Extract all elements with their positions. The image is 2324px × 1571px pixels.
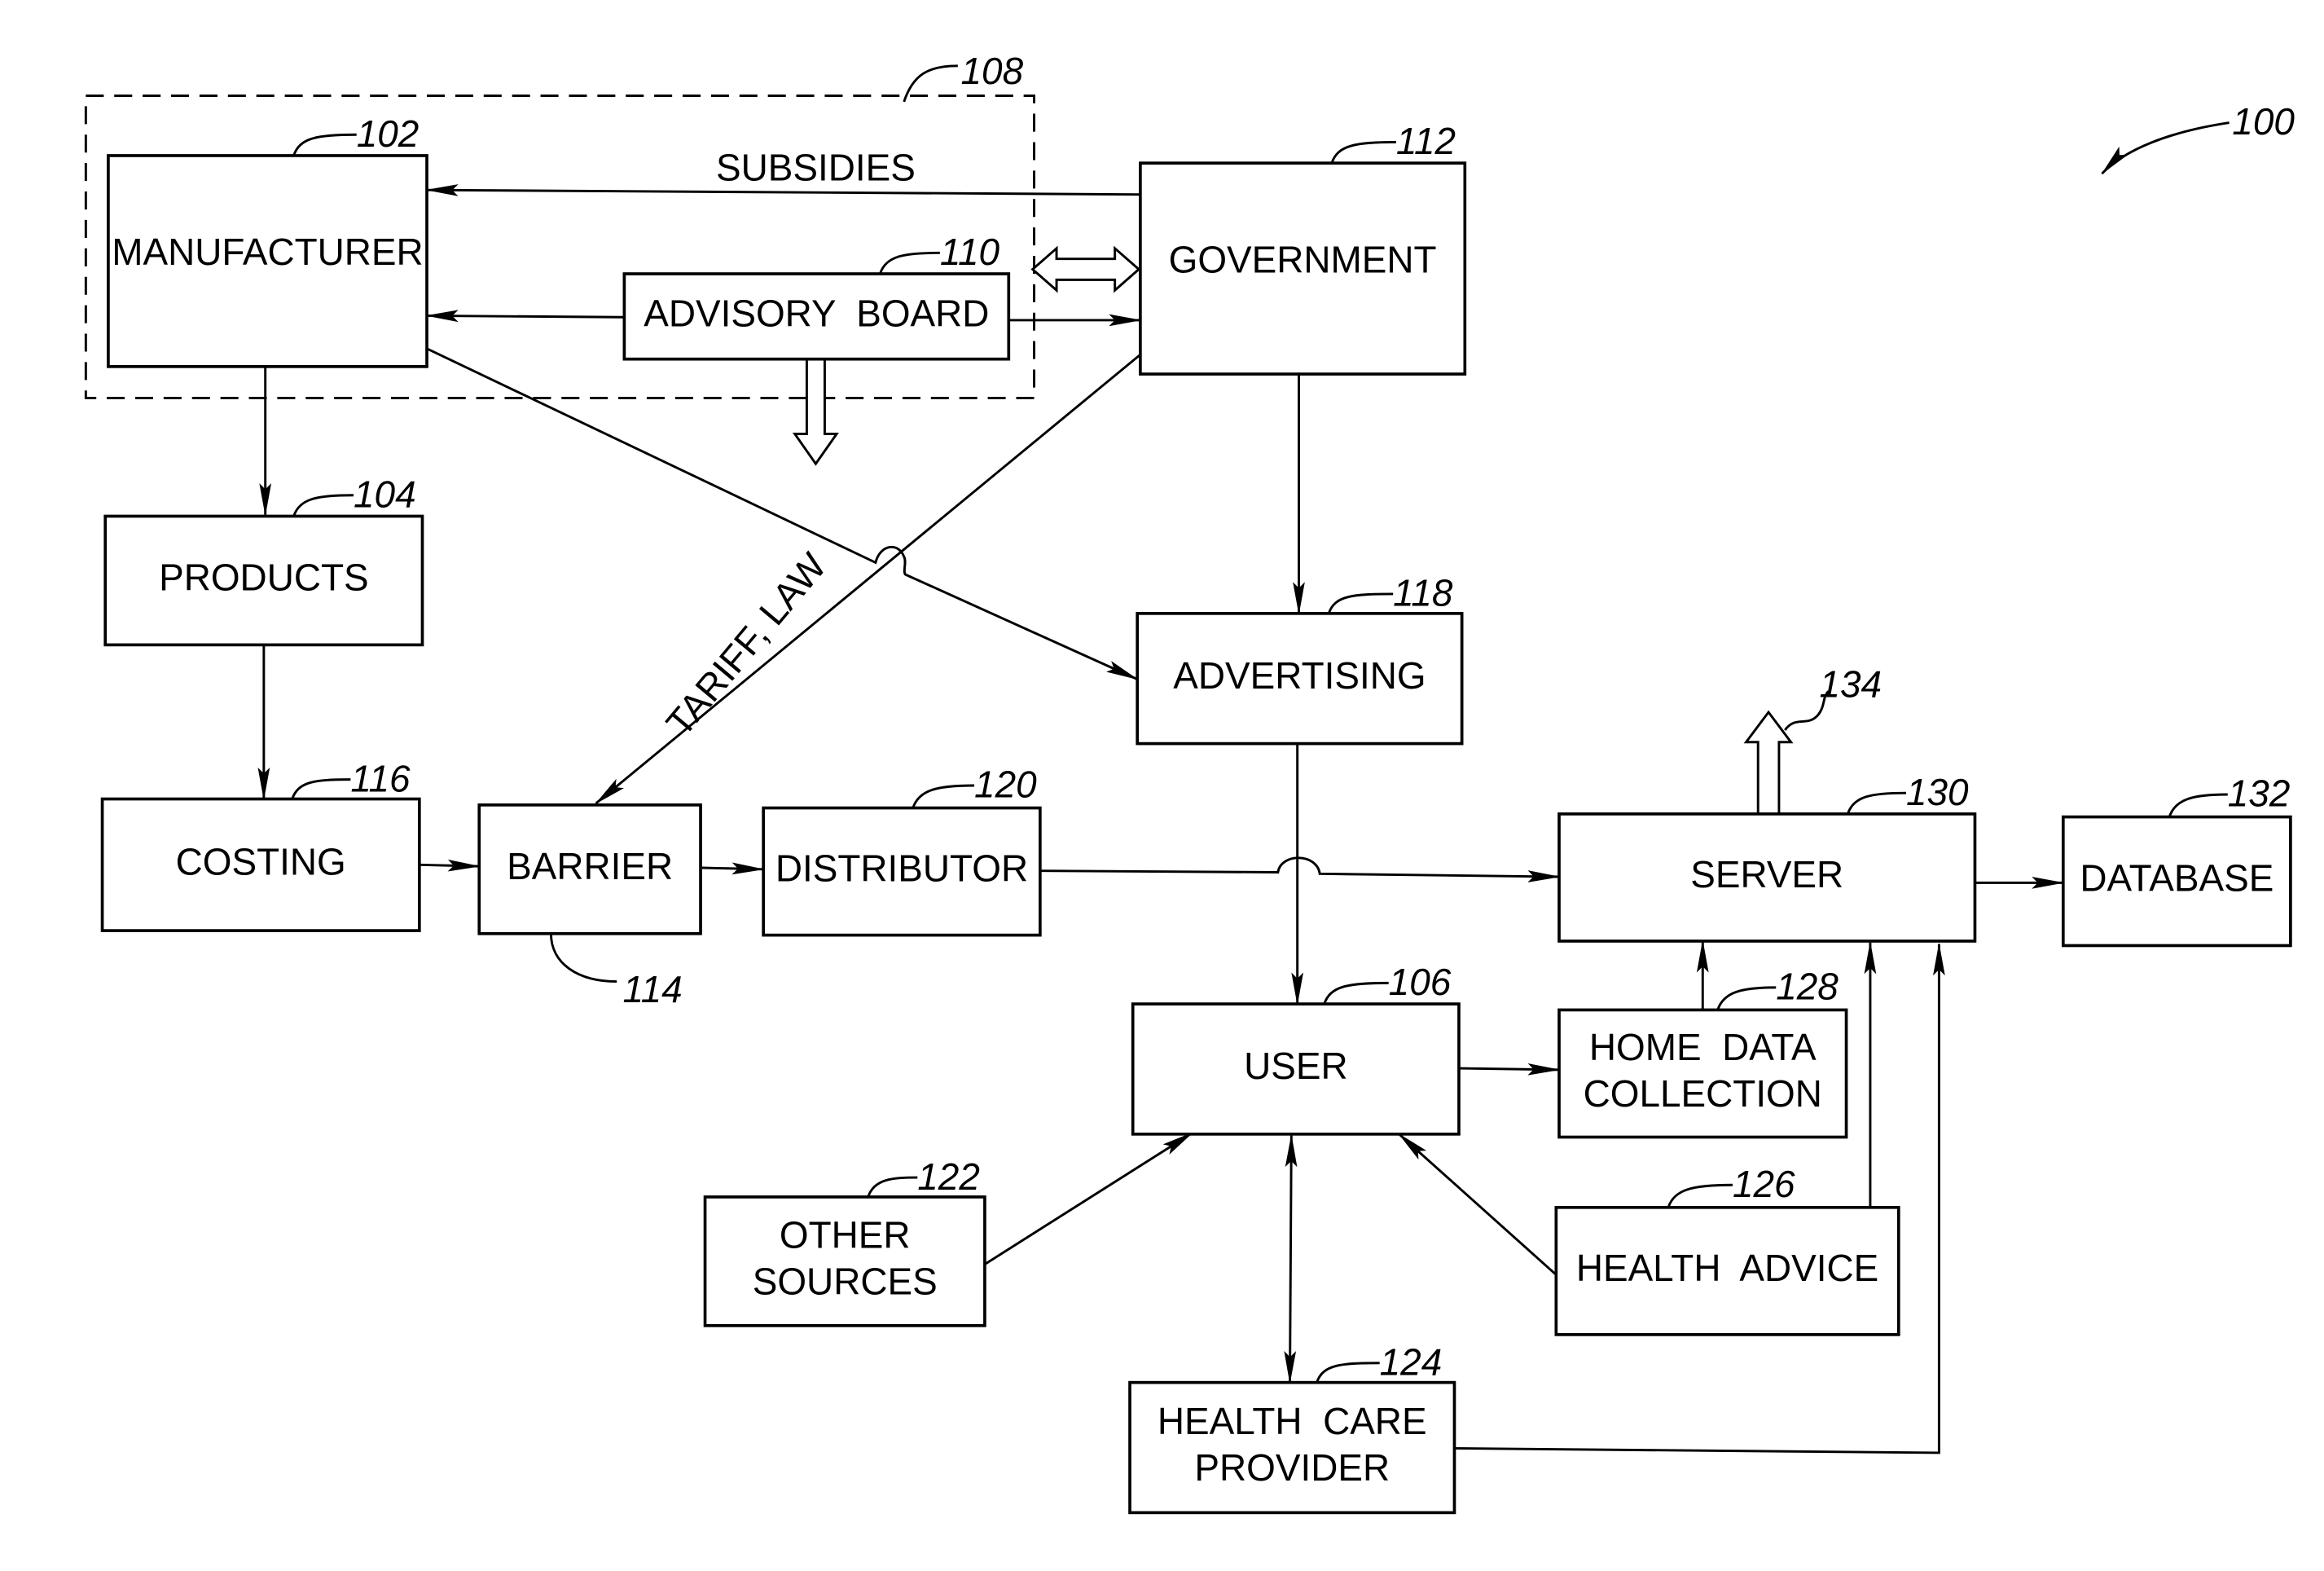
ref-label-108: 108: [961, 50, 1024, 92]
edge-user-healthcare: [1284, 1133, 1298, 1384]
leader-130: [1847, 791, 1907, 815]
node-distributor: DISTRIBUTOR 120: [762, 763, 1042, 937]
node-products: PRODUCTS 104: [103, 473, 424, 647]
node-advisory-board: ADVISORY BOARD 110: [622, 231, 1011, 361]
ref-label-134: 134: [1820, 663, 1882, 706]
edge-user-homedata: [1458, 1063, 1561, 1076]
leader-128: [1716, 986, 1777, 1010]
node-barrier: BARRIER 114: [477, 803, 702, 1010]
edge-barrier-distributor: [701, 862, 765, 875]
ref-label-122: 122: [917, 1155, 980, 1198]
leader-126: [1667, 1183, 1733, 1208]
leader-122: [867, 1176, 918, 1198]
products-label: PRODUCTS: [159, 557, 369, 599]
ref-label-106: 106: [1389, 961, 1452, 1003]
ref-label-126: 126: [1733, 1163, 1795, 1205]
leader-124: [1316, 1362, 1380, 1384]
ref-label-114: 114: [623, 968, 683, 1010]
node-user: USER 106: [1131, 961, 1461, 1136]
ref-label-120: 120: [974, 763, 1037, 806]
edge-healthadvice-user: [1398, 1133, 1557, 1276]
edge-costing-barrier: [419, 859, 481, 872]
leader-110: [878, 251, 940, 275]
edge-subsidies: [425, 184, 1140, 196]
database-label: DATABASE: [2080, 857, 2273, 900]
ref-label-100: 100: [2232, 100, 2295, 143]
ref-label-132: 132: [2228, 772, 2291, 815]
health-care-provider-label: HEALTH CARE: [1158, 1400, 1427, 1442]
leader-118: [1327, 592, 1394, 614]
advisory-board-label: ADVISORY BOARD: [644, 292, 989, 334]
other-sources-label: OTHER: [780, 1214, 911, 1256]
ref-label-130: 130: [1906, 771, 1969, 813]
advertising-label: ADVERTISING: [1173, 654, 1426, 697]
ref-label-110: 110: [940, 231, 1000, 273]
edge-distributor-server: [1039, 856, 1561, 882]
ref-label-102: 102: [357, 112, 420, 155]
edge-advisory-manufacturer: [425, 310, 625, 323]
home-data-collection-label: HOME DATA: [1589, 1026, 1817, 1068]
leader-120: [912, 784, 975, 809]
home-data-collection-label: COLLECTION: [1584, 1072, 1822, 1115]
leader-102: [292, 133, 357, 156]
node-health-advice: HEALTH ADVICE 126: [1554, 1163, 1900, 1336]
edge-label-subsidies: SUBSIDIES: [716, 146, 916, 188]
node-government: GOVERNMENT 112: [1139, 120, 1467, 376]
edge-government-barrier: [595, 354, 1141, 805]
node-manufacturer: MANUFACTURER 102: [107, 112, 428, 368]
ref-label-116: 116: [350, 757, 411, 799]
node-database: DATABASE 132: [2061, 772, 2292, 948]
edge-label-tariff-law: TARIFF, LAW: [657, 544, 834, 744]
hollow-down-arrow: [792, 359, 839, 466]
nodes-layer: MANUFACTURER 102 PRODUCTS 104 USER 106 ADVISOR…: [100, 112, 2292, 1515]
bidirectional-hollow-arrow: [1030, 245, 1141, 293]
leader-112: [1330, 140, 1396, 164]
leader-132: [2168, 793, 2228, 818]
node-other-sources: OTHERSOURCES 122: [703, 1155, 986, 1327]
user-label: USER: [1244, 1045, 1348, 1087]
government-label: GOVERNMENT: [1169, 238, 1437, 280]
ref-label-118: 118: [1393, 572, 1453, 614]
ref-label-124: 124: [1380, 1340, 1443, 1383]
leader-106: [1323, 981, 1389, 1005]
leader-100: [2101, 121, 2230, 175]
patent-flow-diagram: 108 100 SUBSIDIES TARIFF, LAW 134 MANUFA…: [84, 50, 2295, 1515]
ref-label-128: 128: [1776, 966, 1839, 1008]
leader-114: [549, 933, 617, 984]
manufacturer-label: MANUFACTURER: [112, 231, 423, 273]
ref-label-104: 104: [354, 473, 416, 515]
server-label: SERVER: [1690, 853, 1843, 896]
costing-label: COSTING: [176, 840, 346, 882]
other-sources-label: SOURCES: [753, 1260, 938, 1302]
edge-othersources-user: [984, 1131, 1194, 1265]
leader-104: [292, 494, 354, 517]
node-health-care-provider: HEALTH CAREPROVIDER 124: [1128, 1340, 1456, 1515]
leader-116: [291, 778, 351, 800]
health-advice-label: HEALTH ADVICE: [1576, 1247, 1878, 1289]
server-output-arrow: [1743, 710, 1794, 816]
distributor-label: DISTRIBUTOR: [775, 847, 1028, 890]
barrier-label: BARRIER: [507, 845, 673, 887]
health-care-provider-label: PROVIDER: [1194, 1446, 1390, 1489]
ref-label-112: 112: [1396, 120, 1456, 162]
node-costing: COSTING116: [100, 757, 421, 932]
